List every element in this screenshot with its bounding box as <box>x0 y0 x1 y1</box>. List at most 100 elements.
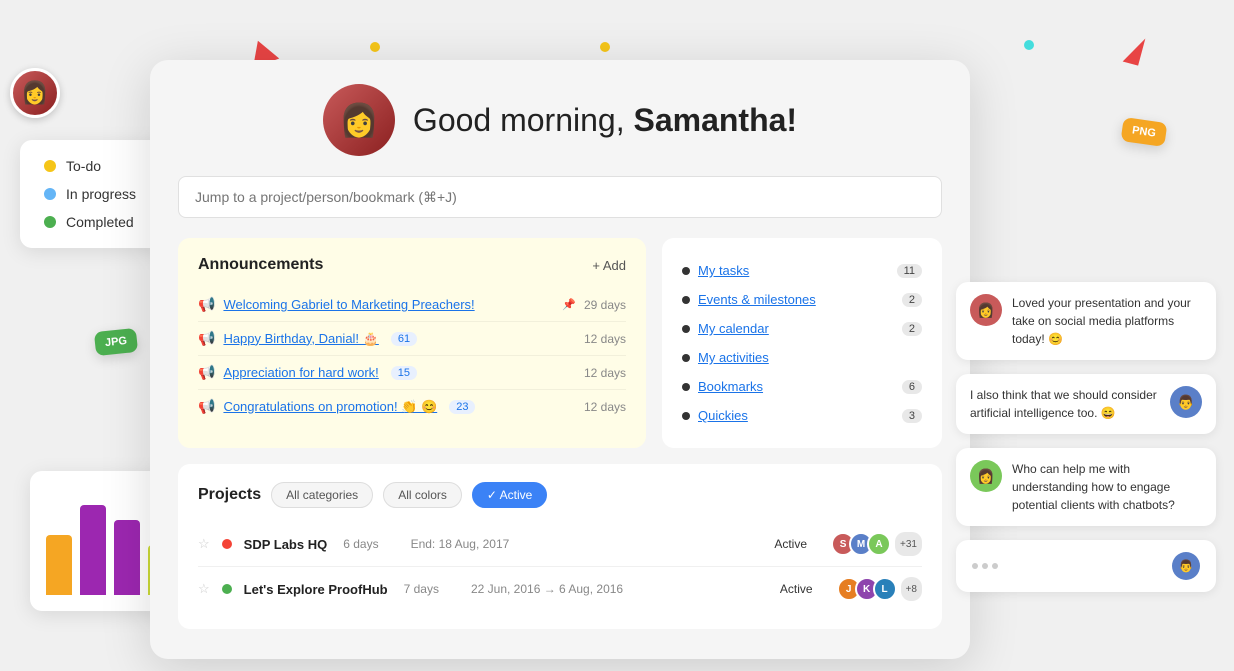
announcement-row-3: 📢 Appreciation for hard work! 15 12 days <box>198 356 626 390</box>
ann-badge-4: 23 <box>449 400 475 414</box>
greeting-text: Good morning, Samantha! <box>413 102 797 139</box>
announcement-link-2[interactable]: Happy Birthday, Danial! 🎂 <box>223 331 378 347</box>
announcements-header: Announcements + Add <box>198 256 626 274</box>
chat-text-1: Loved your presentation and your take on… <box>1012 294 1202 348</box>
my-tasks-link[interactable]: My tasks <box>698 263 749 278</box>
bar-1 <box>46 535 72 595</box>
project-name-1: SDP Labs HQ <box>244 537 328 552</box>
events-milestones-link[interactable]: Events & milestones <box>698 292 816 307</box>
ann-time-2: 12 days <box>584 332 626 346</box>
projects-header: Projects All categories All colors ✓ Act… <box>198 482 922 508</box>
project-name-2: Let's Explore ProofHub <box>244 582 388 597</box>
decorative-dot-yellow2 <box>600 42 610 52</box>
ann-time-1: 29 days <box>584 298 626 312</box>
typing-avatar: 👨 <box>1172 552 1200 580</box>
task-item-5: Bookmarks 6 <box>682 372 922 401</box>
typing-dot-3 <box>992 563 998 569</box>
chat-text-2: I also think that we should consider art… <box>970 386 1160 422</box>
project-status-dot-2 <box>222 584 232 594</box>
megaphone-icon-2: 📢 <box>198 330 215 347</box>
bookmarks-link[interactable]: Bookmarks <box>698 379 763 394</box>
avatar-sm-2c: L <box>873 577 897 601</box>
chat-text-3: Who can help me with understanding how t… <box>1012 460 1202 514</box>
chat-panel: 👩 Loved your presentation and your take … <box>956 282 1216 592</box>
tasks-count-6: 3 <box>902 409 922 423</box>
typing-dot-1 <box>972 563 978 569</box>
task-item-6: Quickies 3 <box>682 401 922 430</box>
project-dates-1: End: 18 Aug, 2017 <box>411 537 763 551</box>
announcement-row-2: 📢 Happy Birthday, Danial! 🎂 61 12 days <box>198 322 626 356</box>
tasks-count-2: 2 <box>902 293 922 307</box>
greeting-section: 👩 Good morning, Samantha! <box>178 84 942 156</box>
user-avatar-topleft[interactable]: 👩 <box>10 68 60 118</box>
bar-2 <box>80 505 106 595</box>
chat-avatar-1: 👩 <box>970 294 1002 326</box>
greeting-name: Samantha! <box>633 102 797 138</box>
star-icon-1[interactable]: ☆ <box>198 536 210 552</box>
project-dates-2: 22 Jun, 2016 → 6 Aug, 2016 <box>471 582 768 596</box>
star-icon-2[interactable]: ☆ <box>198 581 210 597</box>
project-status-dot-1 <box>222 539 232 549</box>
announcement-row-1: 📢 Welcoming Gabriel to Marketing Preache… <box>198 288 626 322</box>
typing-dot-2 <box>982 563 988 569</box>
project-days-1: 6 days <box>343 537 378 551</box>
ann-time-3: 12 days <box>584 366 626 380</box>
task-item-2: Events & milestones 2 <box>682 285 922 314</box>
announcements-card: Announcements + Add 📢 Welcoming Gabriel … <box>178 238 646 448</box>
task-dot-2 <box>682 296 690 304</box>
todo-label: To-do <box>66 158 101 174</box>
project-row-1: ☆ SDP Labs HQ 6 days End: 18 Aug, 2017 A… <box>198 522 922 567</box>
ann-badge-2: 61 <box>391 332 417 346</box>
decorative-dot-teal <box>1024 40 1034 50</box>
inprogress-dot <box>44 188 56 200</box>
chat-message-1: 👩 Loved your presentation and your take … <box>956 282 1216 360</box>
avatar-count-1: +31 <box>895 532 922 556</box>
todo-dot <box>44 160 56 172</box>
project-status-text-1: Active <box>774 537 807 551</box>
tasks-panel: My tasks 11 Events & milestones 2 My cal… <box>662 238 942 448</box>
task-dot-4 <box>682 354 690 362</box>
pin-icon-1: 📌 <box>562 298 576 311</box>
completed-label: Completed <box>66 214 134 230</box>
announcement-link-4[interactable]: Congratulations on promotion! 👏 😊 <box>223 399 437 415</box>
projects-title: Projects <box>198 486 261 504</box>
announcement-link-1[interactable]: Welcoming Gabriel to Marketing Preachers… <box>223 297 474 312</box>
add-announcement-button[interactable]: + Add <box>592 258 626 273</box>
task-item-3: My calendar 2 <box>682 314 922 343</box>
chat-message-2: 👨 I also think that we should consider a… <box>956 374 1216 434</box>
content-grid: Announcements + Add 📢 Welcoming Gabriel … <box>178 238 942 629</box>
file-png-icon: PNG <box>1121 117 1168 147</box>
task-dot-3 <box>682 325 690 333</box>
task-item-4: My activities <box>682 343 922 372</box>
ann-time-4: 12 days <box>584 400 626 414</box>
search-input[interactable] <box>178 176 942 218</box>
my-calendar-link[interactable]: My calendar <box>698 321 769 336</box>
tasks-count-5: 6 <box>902 380 922 394</box>
task-item-1: My tasks 11 <box>682 256 922 285</box>
chat-avatar-2: 👨 <box>1170 386 1202 418</box>
project-row-2: ☆ Let's Explore ProofHub 7 days 22 Jun, … <box>198 567 922 611</box>
decorative-dot-yellow1 <box>370 42 380 52</box>
chat-message-3: 👩 Who can help me with understanding how… <box>956 448 1216 526</box>
task-dot-1 <box>682 267 690 275</box>
completed-dot <box>44 216 56 228</box>
announcement-link-3[interactable]: Appreciation for hard work! <box>223 365 378 380</box>
chat-avatar-3: 👩 <box>970 460 1002 492</box>
megaphone-icon-3: 📢 <box>198 364 215 381</box>
inprogress-label: In progress <box>66 186 136 202</box>
task-dot-6 <box>682 412 690 420</box>
quickies-link[interactable]: Quickies <box>698 408 748 423</box>
avatar-count-2: +8 <box>901 577 922 601</box>
project-status-text-2: Active <box>780 582 813 596</box>
bar-3 <box>114 520 140 595</box>
tasks-count-1: 11 <box>897 264 922 278</box>
filter-all-categories[interactable]: All categories <box>271 482 373 508</box>
project-avatars-1: S M A +31 <box>831 532 922 556</box>
filter-all-colors[interactable]: All colors <box>383 482 462 508</box>
ann-badge-3: 15 <box>391 366 417 380</box>
megaphone-icon-4: 📢 <box>198 398 215 415</box>
projects-card: Projects All categories All colors ✓ Act… <box>178 464 942 629</box>
my-activities-link[interactable]: My activities <box>698 350 769 365</box>
tasks-count-3: 2 <box>902 322 922 336</box>
filter-active[interactable]: ✓ Active <box>472 482 547 508</box>
